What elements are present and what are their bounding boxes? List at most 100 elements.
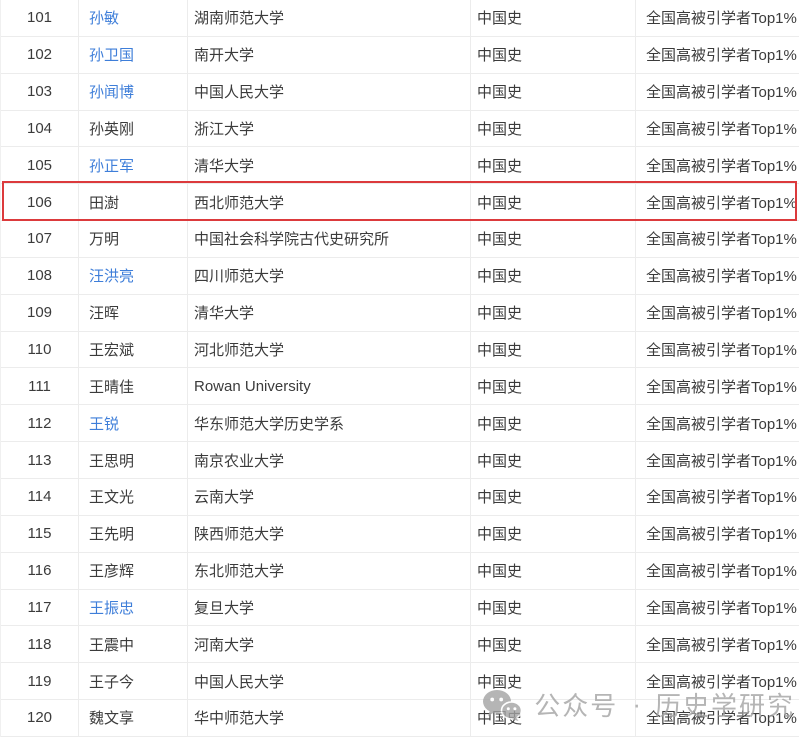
field-cell: 中国史: [471, 442, 636, 478]
honor-cell: 全国高被引学者Top1%: [636, 442, 799, 478]
scholar-name: 王子今: [89, 671, 134, 692]
rank-cell: 103: [1, 74, 79, 110]
university-cell: 中国社会科学院古代史研究所: [188, 221, 471, 257]
honor-cell: 全国高被引学者Top1%: [636, 332, 799, 368]
rank-cell: 109: [1, 295, 79, 331]
table-row: 116 王彦辉 东北师范大学 中国史 全国高被引学者Top1%: [1, 553, 799, 590]
scholar-name-link[interactable]: 王振忠: [89, 597, 134, 618]
scholar-name-link[interactable]: 孙闻博: [89, 81, 134, 102]
university-cell: 南京农业大学: [188, 442, 471, 478]
name-cell: 王文光: [79, 479, 188, 515]
field-cell: 中国史: [471, 0, 636, 36]
rank-cell: 104: [1, 111, 79, 147]
honor-cell: 全国高被引学者Top1%: [636, 258, 799, 294]
table-row: 112 王锐 华东师范大学历史学系 中国史 全国高被引学者Top1%: [1, 405, 799, 442]
honor-cell: 全国高被引学者Top1%: [636, 111, 799, 147]
table-row: 108 汪洪亮 四川师范大学 中国史 全国高被引学者Top1%: [1, 258, 799, 295]
honor-cell: 全国高被引学者Top1%: [636, 0, 799, 36]
name-cell: 孙敏: [79, 0, 188, 36]
university-cell: 中国人民大学: [188, 663, 471, 699]
table-row-highlighted: 106 田澍 西北师范大学 中国史 全国高被引学者Top1%: [1, 184, 799, 221]
table-row: 118 王震中 河南大学 中国史 全国高被引学者Top1%: [1, 626, 799, 663]
rank-cell: 102: [1, 37, 79, 73]
scholar-name: 万明: [89, 228, 119, 249]
table-body: 101 孙敏 湖南师范大学 中国史 全国高被引学者Top1% 102 孙卫国 南…: [1, 0, 799, 737]
honor-cell: 全国高被引学者Top1%: [636, 590, 799, 626]
field-cell: 中国史: [471, 147, 636, 183]
university-cell: 东北师范大学: [188, 553, 471, 589]
rank-cell: 114: [1, 479, 79, 515]
honor-cell: 全国高被引学者Top1%: [636, 147, 799, 183]
name-cell: 孙闻博: [79, 74, 188, 110]
scholar-name-link[interactable]: 孙正军: [89, 155, 134, 176]
name-cell: 王震中: [79, 626, 188, 662]
field-cell: 中国史: [471, 479, 636, 515]
field-cell: 中国史: [471, 590, 636, 626]
scholar-name: 王震中: [89, 634, 134, 655]
table-row: 120 魏文享 华中师范大学 中国史 全国高被引学者Top1%: [1, 700, 799, 737]
rank-cell: 115: [1, 516, 79, 552]
rank-cell: 119: [1, 663, 79, 699]
university-cell: 西北师范大学: [188, 184, 471, 220]
table-row: 114 王文光 云南大学 中国史 全国高被引学者Top1%: [1, 479, 799, 516]
field-cell: 中国史: [471, 258, 636, 294]
table-row: 113 王思明 南京农业大学 中国史 全国高被引学者Top1%: [1, 442, 799, 479]
name-cell: 孙英刚: [79, 111, 188, 147]
name-cell: 王思明: [79, 442, 188, 478]
honor-cell: 全国高被引学者Top1%: [636, 405, 799, 441]
name-cell: 汪洪亮: [79, 258, 188, 294]
rank-cell: 108: [1, 258, 79, 294]
table-row: 111 王晴佳 Rowan University 中国史 全国高被引学者Top1…: [1, 368, 799, 405]
rank-cell: 112: [1, 405, 79, 441]
scholar-name: 王晴佳: [89, 376, 134, 397]
field-cell: 中国史: [471, 221, 636, 257]
name-cell: 汪晖: [79, 295, 188, 331]
name-cell: 王晴佳: [79, 368, 188, 404]
name-cell: 孙卫国: [79, 37, 188, 73]
table-row: 105 孙正军 清华大学 中国史 全国高被引学者Top1%: [1, 147, 799, 184]
scholar-name-link[interactable]: 汪洪亮: [89, 265, 134, 286]
university-cell: 中国人民大学: [188, 74, 471, 110]
field-cell: 中国史: [471, 295, 636, 331]
scholar-name-link[interactable]: 孙敏: [89, 7, 119, 28]
university-cell: 四川师范大学: [188, 258, 471, 294]
field-cell: 中国史: [471, 553, 636, 589]
rank-cell: 111: [1, 368, 79, 404]
university-cell: 云南大学: [188, 479, 471, 515]
honor-cell: 全国高被引学者Top1%: [636, 368, 799, 404]
field-cell: 中国史: [471, 516, 636, 552]
field-cell: 中国史: [471, 184, 636, 220]
name-cell: 王宏斌: [79, 332, 188, 368]
name-cell: 王子今: [79, 663, 188, 699]
scholar-name-link[interactable]: 孙卫国: [89, 44, 134, 65]
rank-cell: 116: [1, 553, 79, 589]
scholar-name-link[interactable]: 王锐: [89, 413, 119, 434]
honor-cell: 全国高被引学者Top1%: [636, 553, 799, 589]
table-row: 102 孙卫国 南开大学 中国史 全国高被引学者Top1%: [1, 37, 799, 74]
table-row: 103 孙闻博 中国人民大学 中国史 全国高被引学者Top1%: [1, 74, 799, 111]
field-cell: 中国史: [471, 74, 636, 110]
scholar-name: 王宏斌: [89, 339, 134, 360]
table-row: 110 王宏斌 河北师范大学 中国史 全国高被引学者Top1%: [1, 332, 799, 369]
rank-cell: 120: [1, 700, 79, 736]
honor-cell: 全国高被引学者Top1%: [636, 626, 799, 662]
university-cell: 华中师范大学: [188, 700, 471, 736]
name-cell: 王锐: [79, 405, 188, 441]
scholar-name: 王文光: [89, 486, 134, 507]
table-row: 101 孙敏 湖南师范大学 中国史 全国高被引学者Top1%: [1, 0, 799, 37]
honor-cell: 全国高被引学者Top1%: [636, 221, 799, 257]
scholar-name: 王思明: [89, 450, 134, 471]
university-cell: 湖南师范大学: [188, 0, 471, 36]
scholar-name: 王先明: [89, 523, 134, 544]
honor-cell: 全国高被引学者Top1%: [636, 516, 799, 552]
university-cell: 河北师范大学: [188, 332, 471, 368]
name-cell: 孙正军: [79, 147, 188, 183]
university-cell: 陕西师范大学: [188, 516, 471, 552]
field-cell: 中国史: [471, 37, 636, 73]
university-cell: 南开大学: [188, 37, 471, 73]
scholar-name: 汪晖: [89, 302, 119, 323]
name-cell: 田澍: [79, 184, 188, 220]
name-cell: 万明: [79, 221, 188, 257]
honor-cell: 全国高被引学者Top1%: [636, 37, 799, 73]
field-cell: 中国史: [471, 626, 636, 662]
